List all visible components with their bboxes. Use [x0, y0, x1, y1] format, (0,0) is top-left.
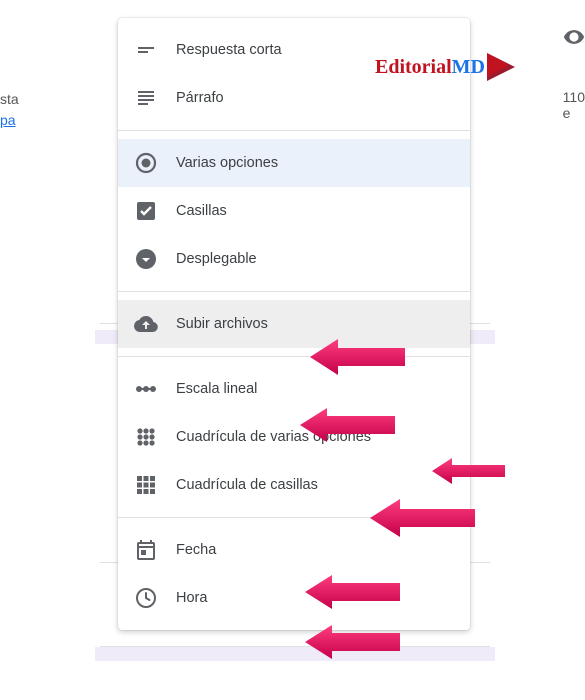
checkbox-icon	[134, 199, 158, 223]
menu-divider	[118, 517, 470, 518]
menu-item-linear-scale[interactable]: Escala lineal	[118, 365, 470, 413]
menu-label: Párrafo	[176, 90, 224, 106]
background-divider	[100, 646, 490, 647]
radio-icon	[134, 151, 158, 175]
menu-label: Fecha	[176, 542, 216, 558]
radio-grid-icon	[134, 425, 158, 449]
menu-divider	[118, 130, 470, 131]
menu-label: Cuadrícula de casillas	[176, 477, 318, 493]
menu-label: Casillas	[176, 203, 227, 219]
menu-item-checkbox-grid[interactable]: Cuadrícula de casillas	[118, 461, 470, 509]
menu-item-multiple-choice[interactable]: Varias opciones	[118, 139, 470, 187]
menu-divider	[118, 291, 470, 292]
menu-item-time[interactable]: Hora	[118, 574, 470, 622]
menu-label: Subir archivos	[176, 316, 268, 332]
menu-item-short-answer[interactable]: Respuesta corta	[118, 26, 470, 74]
menu-item-multiple-choice-grid[interactable]: Cuadrícula de varias opciones	[118, 413, 470, 461]
menu-label: Desplegable	[176, 251, 257, 267]
time-icon	[134, 586, 158, 610]
preview-eye-icon	[563, 26, 585, 53]
linear-scale-icon	[134, 377, 158, 401]
menu-label: Varias opciones	[176, 155, 278, 171]
paragraph-icon	[134, 86, 158, 110]
menu-item-paragraph[interactable]: Párrafo	[118, 74, 470, 122]
date-icon	[134, 538, 158, 562]
checkbox-grid-icon	[134, 473, 158, 497]
background-bar	[95, 647, 495, 661]
menu-item-checkboxes[interactable]: Casillas	[118, 187, 470, 235]
menu-item-dropdown[interactable]: Desplegable	[118, 235, 470, 283]
menu-label: Respuesta corta	[176, 42, 282, 58]
menu-label: Escala lineal	[176, 381, 257, 397]
menu-item-file-upload[interactable]: Subir archivos	[118, 300, 470, 348]
bg-text: sta	[0, 91, 19, 107]
cloud-upload-icon	[134, 312, 158, 336]
bg-text-link: pa	[0, 112, 16, 128]
menu-label: Cuadrícula de varias opciones	[176, 429, 371, 445]
menu-divider	[118, 356, 470, 357]
menu-item-date[interactable]: Fecha	[118, 526, 470, 574]
background-number: 110 e	[563, 89, 585, 121]
dropdown-icon	[134, 247, 158, 271]
short-text-icon	[134, 38, 158, 62]
question-type-dropdown: Respuesta corta Párrafo Varias opciones …	[118, 18, 470, 630]
menu-label: Hora	[176, 590, 207, 606]
background-text-fragment: sta pa	[0, 89, 19, 131]
